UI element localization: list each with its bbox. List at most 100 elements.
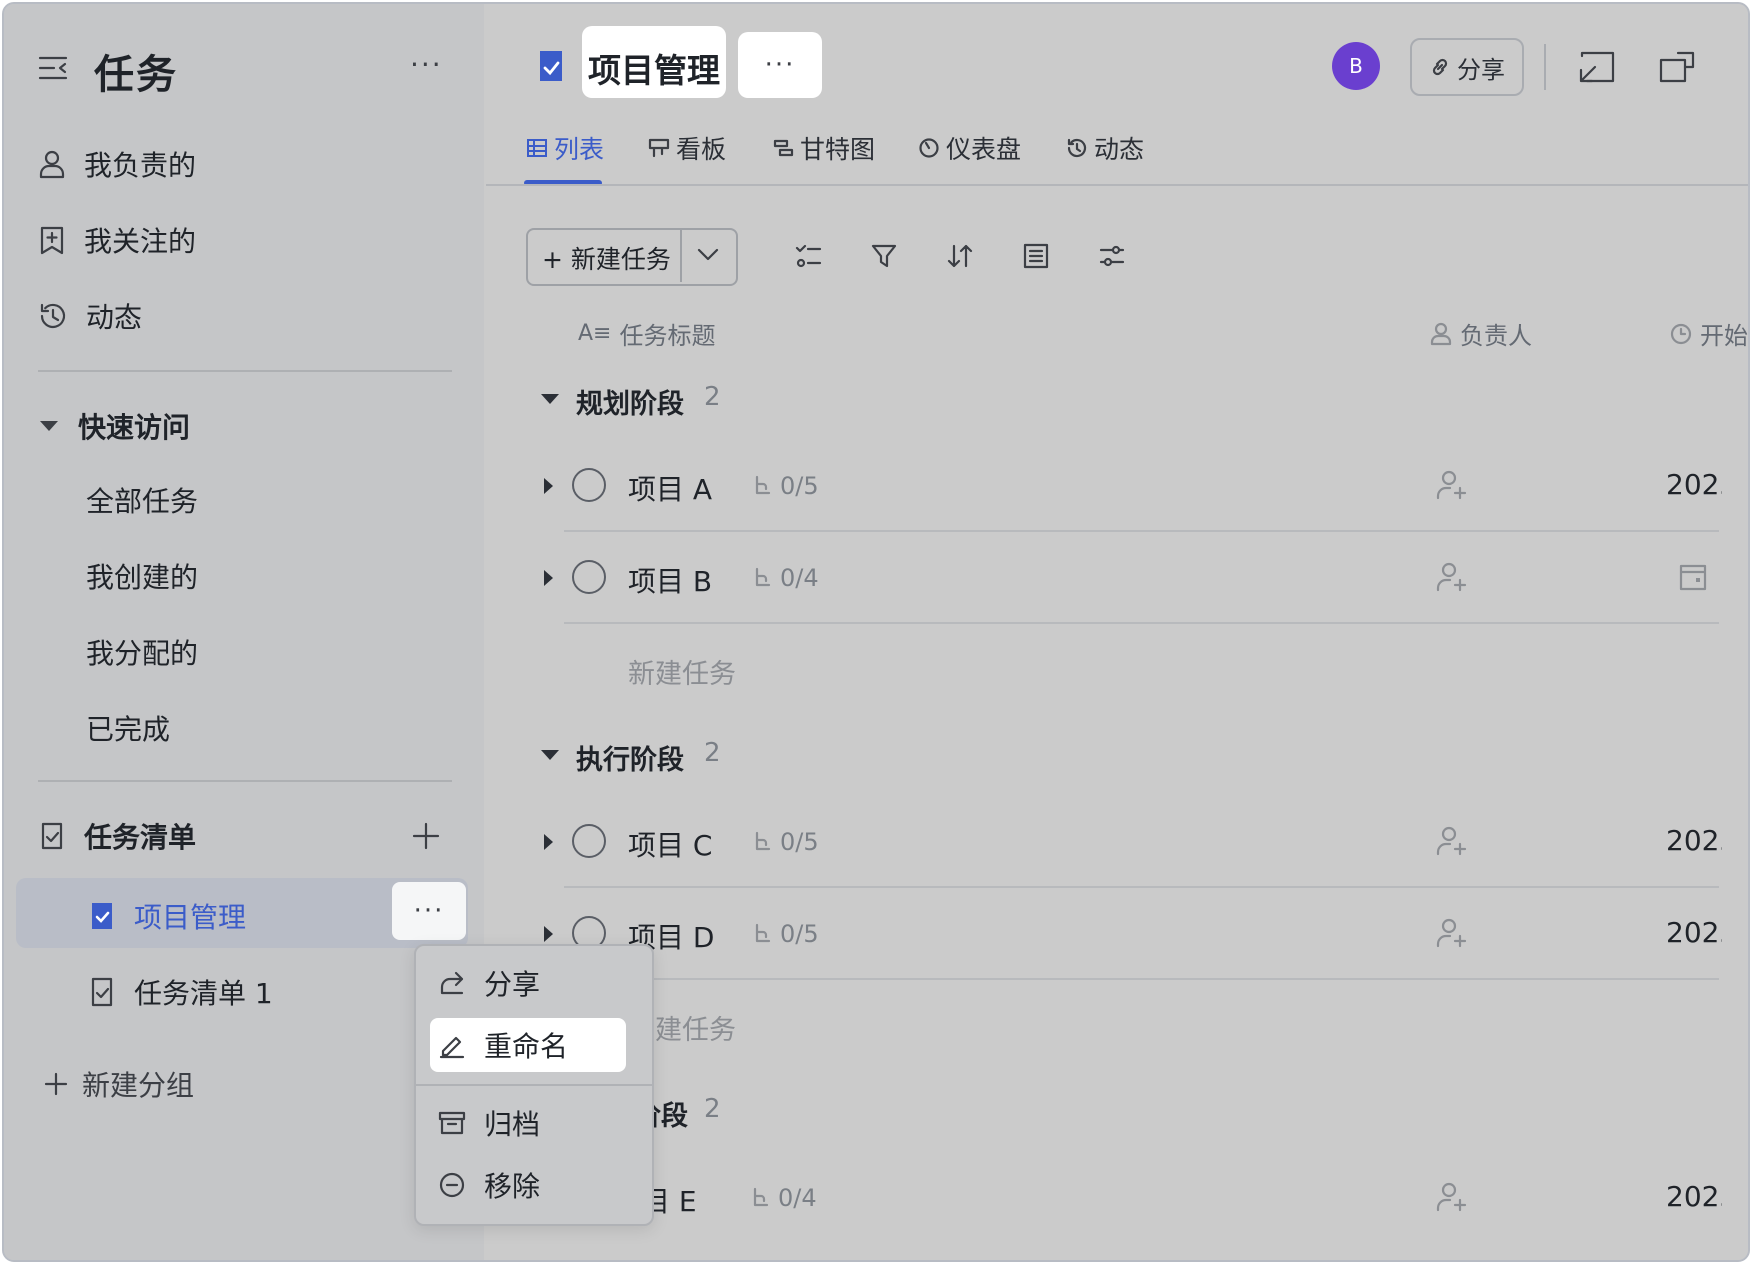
new-task-inline-button[interactable]: 新建任务	[628, 652, 736, 691]
expand-row-icon[interactable]	[542, 924, 554, 944]
tab-dashboard[interactable]: 仪表盘	[918, 130, 1021, 166]
filter-icon[interactable]	[870, 242, 898, 270]
subtask-count: 0/5	[754, 472, 819, 500]
header-more-button[interactable]: ···	[738, 32, 822, 98]
task-checkbox[interactable]	[572, 468, 606, 502]
person-icon	[1430, 322, 1452, 346]
task-checkbox[interactable]	[572, 824, 606, 858]
tab-activity[interactable]: 动态	[1066, 130, 1144, 166]
sidebar-item-my-responsible[interactable]: 我负责的	[38, 134, 196, 194]
group-collapse-icon[interactable]	[540, 748, 560, 762]
sidebar-item-activity[interactable]: 动态	[38, 286, 142, 346]
avatar[interactable]: B	[1332, 42, 1380, 90]
share-icon	[438, 969, 466, 997]
add-task-list-icon[interactable]	[412, 822, 440, 850]
caret-down-icon	[38, 419, 60, 433]
new-group-button[interactable]: 新建分组	[44, 1064, 194, 1104]
subtask-icon	[754, 567, 772, 589]
task-list-item-list-1[interactable]: 任务清单 1	[88, 972, 273, 1012]
task-start-date[interactable]: 2023	[1666, 824, 1722, 857]
menu-item-share[interactable]: 分享	[430, 956, 626, 1010]
row-divider	[564, 530, 1719, 532]
column-header-label: 负责人	[1460, 322, 1532, 350]
menu-item-label: 重命名	[484, 1030, 569, 1063]
task-start-date[interactable]: 2023	[1666, 1180, 1722, 1213]
sidebar-item-all-tasks[interactable]: 全部任务	[86, 480, 198, 520]
kanban-icon	[648, 137, 670, 159]
tab-label: 动态	[1094, 135, 1145, 164]
quick-access-label: 快速访问	[78, 411, 191, 444]
group-collapse-icon[interactable]	[540, 392, 560, 406]
tab-label: 甘特图	[800, 135, 876, 164]
share-label: 分享	[1457, 55, 1505, 84]
add-assignee-icon[interactable]	[1436, 918, 1468, 948]
task-list-item-label: 项目管理	[134, 901, 247, 934]
column-header-label: 开始	[1700, 322, 1748, 350]
new-task-button[interactable]: + 新建任务	[542, 240, 671, 276]
collapse-sidebar-icon[interactable]	[38, 54, 68, 82]
task-title[interactable]: 项目 C	[628, 824, 712, 864]
sidebar-item-completed[interactable]: 已完成	[86, 708, 170, 748]
expand-row-icon[interactable]	[542, 476, 554, 496]
task-start-date[interactable]: 2023	[1666, 468, 1722, 501]
task-checkbox[interactable]	[572, 560, 606, 594]
sidebar-item-assigned-by-me[interactable]: 我分配的	[86, 632, 198, 672]
sidebar-divider	[38, 780, 452, 782]
task-lists-header[interactable]: 任务清单	[38, 806, 196, 866]
menu-item-label: 分享	[484, 968, 541, 1001]
add-assignee-icon[interactable]	[1436, 1182, 1468, 1212]
sort-icon[interactable]	[946, 242, 974, 270]
tab-kanban[interactable]: 看板	[648, 130, 726, 166]
subtask-count: 0/4	[754, 564, 819, 592]
checklist-filter-icon[interactable]	[794, 242, 822, 270]
open-new-window-icon[interactable]	[1658, 50, 1696, 84]
task-list-item-project-management[interactable]: 项目管理	[88, 896, 246, 936]
tab-gantt[interactable]: 甘特图	[772, 130, 875, 166]
text-field-icon: A≡	[578, 321, 612, 346]
tab-list[interactable]: 列表	[526, 130, 604, 166]
task-title[interactable]: 项目 B	[628, 560, 712, 600]
add-assignee-icon[interactable]	[1436, 562, 1468, 592]
sidebar-item-following[interactable]: 我关注的	[38, 210, 196, 270]
menu-item-archive[interactable]: 归档	[430, 1096, 626, 1150]
column-header-assignee[interactable]: 负责人	[1430, 316, 1532, 351]
minimize-window-icon[interactable]	[1578, 50, 1616, 84]
history-icon	[1066, 137, 1088, 159]
expand-row-icon[interactable]	[542, 832, 554, 852]
tab-label: 看板	[676, 135, 727, 164]
sidebar-item-label: 我负责的	[84, 149, 197, 182]
menu-item-rename[interactable]: 重命名	[430, 1018, 626, 1072]
add-assignee-icon[interactable]	[1436, 826, 1468, 856]
task-list-icon	[88, 976, 116, 1008]
main-panel	[484, 4, 1748, 1260]
calendar-icon[interactable]	[1678, 562, 1708, 592]
settings-sliders-icon[interactable]	[1098, 242, 1126, 270]
task-title[interactable]: 项目 A	[628, 468, 712, 508]
sidebar-item-created-by-me[interactable]: 我创建的	[86, 556, 198, 596]
chevron-down-icon[interactable]	[696, 244, 720, 264]
clock-icon	[1670, 323, 1692, 345]
subtask-icon	[754, 923, 772, 945]
sidebar-item-label: 动态	[86, 301, 143, 334]
add-assignee-icon[interactable]	[1436, 470, 1468, 500]
subtask-count-value: 0/5	[780, 920, 819, 948]
share-button[interactable]: 分享	[1410, 38, 1524, 96]
field-list-icon[interactable]	[1022, 242, 1050, 270]
gantt-icon	[772, 137, 794, 159]
expand-row-icon[interactable]	[542, 568, 554, 588]
quick-access-header[interactable]: 快速访问	[38, 396, 190, 456]
task-list-item-label: 任务清单 1	[134, 977, 273, 1010]
group-count: 2	[704, 1094, 721, 1124]
menu-item-label: 归档	[484, 1108, 541, 1141]
menu-divider	[416, 1084, 652, 1086]
menu-item-remove[interactable]: 移除	[430, 1158, 626, 1212]
archive-icon	[438, 1109, 466, 1137]
task-list-more-button[interactable]: ···	[392, 882, 466, 940]
task-start-date[interactable]: 2023	[1666, 916, 1722, 949]
tabs-underline	[486, 184, 1748, 186]
column-header-start[interactable]: 开始	[1670, 316, 1748, 351]
column-header-title[interactable]: A≡ 任务标题	[578, 316, 715, 351]
gauge-icon	[918, 137, 940, 159]
subtask-icon	[752, 1187, 770, 1209]
sidebar-more-button[interactable]: ···	[410, 48, 443, 81]
